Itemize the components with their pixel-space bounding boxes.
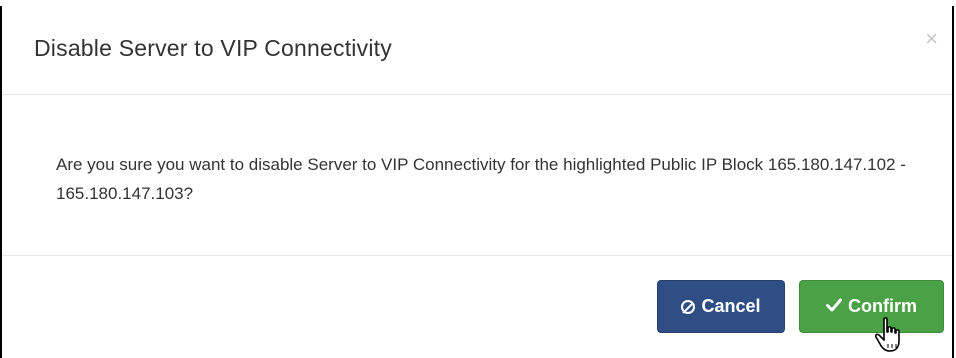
confirmation-message: Are you sure you want to disable Server … [56,155,906,203]
dialog-footer: Cancel Confirm [2,256,952,358]
dialog-title: Disable Server to VIP Connectivity [34,35,392,61]
close-icon[interactable]: × [925,28,938,50]
ban-icon [681,299,696,314]
dialog-body: Are you sure you want to disable Server … [2,95,952,256]
confirm-dialog: Disable Server to VIP Connectivity × Are… [0,6,954,358]
cancel-button[interactable]: Cancel [657,280,785,333]
confirm-button[interactable]: Confirm [799,280,944,333]
confirm-button-label: Confirm [848,296,917,316]
check-icon [826,296,842,317]
hand-pointer-icon [875,317,900,352]
dialog-header: Disable Server to VIP Connectivity × [2,6,952,95]
cancel-button-label: Cancel [701,296,761,316]
page: Disable Server to VIP Connectivity × Are… [0,0,956,358]
